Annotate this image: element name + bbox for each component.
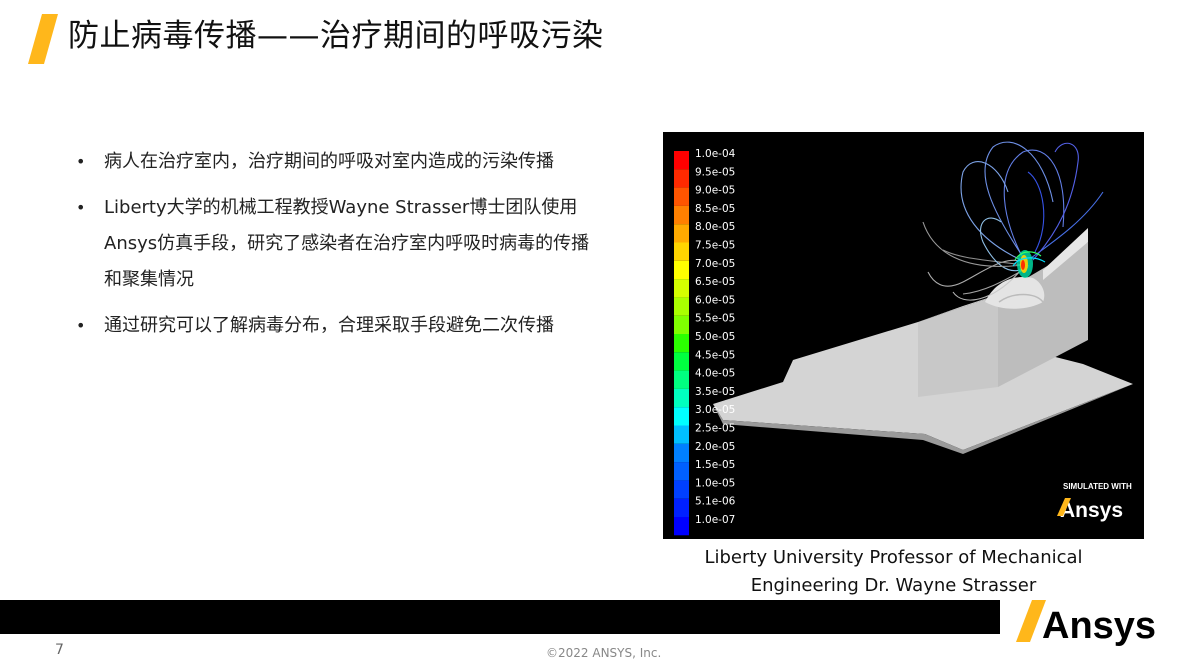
legend-label: 5.0e-05 [695,331,735,343]
legend-label: 2.5e-05 [695,423,735,435]
legend-swatch [674,407,689,426]
legend-label: 4.0e-05 [695,368,735,380]
legend-swatch [674,480,689,499]
legend-label: 7.0e-05 [695,258,735,270]
legend-swatch [674,388,689,408]
legend-label: 6.0e-05 [695,294,735,306]
color-legend: 1.0e-04 9.5e-05 9.0e-05 8.5e-05 8.0e-05 7.5e-… [674,148,736,536]
legend-swatch [674,443,689,463]
legend-swatch [674,187,689,206]
legend-label: 1.0e-05 [695,477,735,489]
legend-swatch [674,242,689,261]
copyright: ©2022 ANSYS, Inc. [546,646,662,660]
figure-caption: Liberty University Professor of Mechanic… [704,547,1083,596]
simulation-image: 1.0e-04 9.5e-05 9.0e-05 8.5e-05 8.0e-05 7.5e-… [663,132,1144,539]
legend-swatch [674,517,689,536]
legend-label: 5.1e-06 [695,496,736,508]
watermark-brand: Ansys [1060,499,1123,522]
bullet-item: Liberty大学的机械工程教授Wayne Strasser博士团队使用Ansy… [76,190,596,298]
legend-swatch [674,169,689,188]
watermark-caption: SIMULATED WITH [1063,482,1132,491]
legend-label: 2.0e-05 [695,441,735,453]
legend-swatch [674,224,689,243]
legend-swatch [674,352,689,371]
legend-label: 9.0e-05 [695,185,735,197]
bed-left-face [918,295,998,397]
legend-swatch [674,279,689,298]
legend-label: 8.5e-05 [695,203,735,215]
legend-label: 9.5e-05 [695,166,735,178]
legend-label: 4.5e-05 [695,349,735,361]
legend-label: 3.0e-05 [695,404,735,416]
legend-label: 5.5e-05 [695,313,735,325]
title-accent-slash [28,14,58,64]
legend-swatch [674,498,689,517]
legend-label: 1.0e-04 [695,148,736,160]
legend-label: 1.0e-07 [695,514,735,526]
legend-label: 6.5e-05 [695,276,735,288]
bullet-list: 病人在治疗室内，治疗期间的呼吸对室内造成的污染传播 Liberty大学的机械工程… [76,144,596,354]
legend-label: 7.5e-05 [695,240,735,252]
legend-swatch [674,462,689,481]
slide-title: 防止病毒传播——治疗期间的呼吸污染 [68,18,604,54]
legend-swatch [674,205,689,225]
legend-swatch [674,297,689,316]
bullet-item: 病人在治疗室内，治疗期间的呼吸对室内造成的污染传播 [76,144,596,180]
legend-swatch [674,315,689,334]
ansys-logo: Ansys [1016,600,1156,646]
legend-swatch [674,151,689,170]
footer-bar [0,600,1000,634]
legend-swatch [674,425,689,444]
legend-swatch [674,334,689,353]
legend-swatch [674,370,689,389]
bullet-item: 通过研究可以了解病毒分布，合理采取手段避免二次传播 [76,308,596,344]
page-number: 7 [55,642,64,658]
legend-label: 1.5e-05 [695,459,735,471]
legend-label: 3.5e-05 [695,386,735,398]
legend-label: 8.0e-05 [695,221,735,233]
svg-text:Ansys: Ansys [1042,605,1156,646]
legend-swatch [674,260,689,280]
